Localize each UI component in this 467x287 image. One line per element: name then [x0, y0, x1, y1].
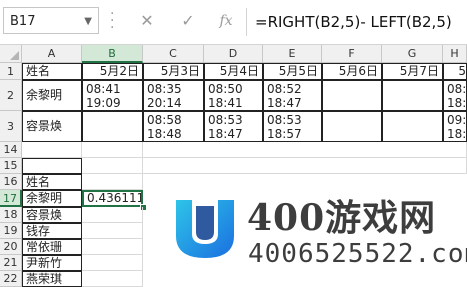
time-in: 08:50 — [208, 82, 243, 96]
row-header-1[interactable]: 1 — [0, 63, 22, 80]
time-out: 18:41 — [208, 96, 243, 110]
column-header-f[interactable]: F — [322, 45, 382, 63]
cell-b20[interactable] — [82, 239, 143, 255]
column-header-g[interactable]: G — [382, 45, 443, 63]
cell-b16[interactable] — [82, 174, 143, 190]
cell-b15[interactable] — [82, 158, 143, 174]
chevron-down-icon[interactable]: ▼ — [84, 8, 92, 35]
column-header-e[interactable]: E — [263, 45, 322, 63]
time-in: 08:5 — [447, 82, 467, 96]
column-header-d[interactable]: D — [204, 45, 263, 63]
time-out: 18:48 — [147, 127, 182, 141]
cell-a21[interactable]: 尹新竹 — [22, 255, 82, 271]
column-header-a[interactable]: A — [22, 45, 82, 63]
cell-c3[interactable]: 08:58 18:48 — [143, 111, 204, 142]
cell-a15[interactable] — [22, 158, 82, 174]
row-header-20[interactable]: 20 — [0, 239, 22, 255]
time-in: 08:52 — [267, 82, 302, 96]
row-header-16[interactable]: 16 — [0, 174, 22, 190]
cell-d2[interactable]: 08:50 18:41 — [204, 80, 263, 111]
row-header-17[interactable]: 17 — [0, 190, 22, 207]
cell-h1[interactable]: 5 — [443, 63, 467, 80]
site-logo-icon — [176, 200, 234, 258]
time-in: 08:53 — [267, 113, 302, 127]
watermark-title: 400游戏网 — [247, 197, 437, 239]
cell-b2[interactable]: 08:41 19:09 — [82, 80, 143, 111]
row-header-21[interactable]: 21 — [0, 255, 22, 271]
cell-a20[interactable]: 常依珊 — [22, 239, 82, 255]
row-header-3[interactable]: 3 — [0, 111, 22, 142]
watermark-url: 4006525522.com — [248, 239, 467, 269]
cell-d3[interactable]: 08:53 18:47 — [204, 111, 263, 142]
cell-h2[interactable]: 08:518:4 — [443, 80, 467, 111]
cell-a16[interactable]: 姓名 — [22, 174, 82, 190]
cell-b17[interactable]: 0.4361111 — [82, 190, 143, 207]
cell-f2[interactable] — [322, 80, 382, 111]
column-header-c[interactable]: C — [143, 45, 204, 63]
cell-b3[interactable] — [82, 111, 143, 142]
time-out: 18:47 — [208, 127, 243, 141]
cell-h3[interactable]: 09:018:4 — [443, 111, 467, 142]
cell-b18[interactable] — [82, 207, 143, 223]
cell-f3[interactable] — [322, 111, 382, 142]
cancel-icon[interactable]: ✕ — [137, 11, 157, 31]
cell-a17[interactable]: 余黎明 — [22, 190, 82, 207]
cell-a19[interactable]: 钱存 — [22, 223, 82, 239]
cell-a3[interactable]: 容景焕 — [22, 111, 82, 142]
row-header-15[interactable]: 15 — [0, 158, 22, 174]
row-header-18[interactable]: 18 — [0, 207, 22, 223]
time-out: 19:09 — [86, 96, 121, 110]
cell-b1[interactable]: 5月2日 — [82, 63, 143, 80]
row-header-14[interactable]: 14 — [0, 142, 22, 158]
name-box[interactable]: B17 ▼ — [3, 7, 99, 34]
cell-a14[interactable] — [22, 142, 82, 158]
time-out: 18:4 — [447, 127, 467, 141]
cell-a22[interactable]: 燕荣琪 — [22, 271, 82, 287]
row-header-2[interactable]: 2 — [0, 80, 22, 111]
cell-a1[interactable]: 姓名 — [22, 63, 82, 80]
formula-bar: B17 ▼ · · · ✕ ✓ fx =RIGHT(B2,5)- LEFT(B2,5… — [0, 0, 467, 45]
cell-g2[interactable] — [382, 80, 443, 111]
row-header-22[interactable]: 22 — [0, 271, 22, 287]
formula-input[interactable]: =RIGHT(B2,5)- LEFT(B2,5) — [255, 10, 452, 34]
cell-e2[interactable]: 08:52 18:47 — [263, 80, 322, 111]
cell-a2[interactable]: 余黎明 — [22, 80, 82, 111]
cell-b14[interactable] — [82, 142, 143, 158]
time-out: 18:47 — [267, 96, 302, 110]
row-14-empty[interactable] — [143, 142, 467, 158]
cell-c1[interactable]: 5月3日 — [143, 63, 204, 80]
cell-a18[interactable]: 容景焕 — [22, 207, 82, 223]
cell-d1[interactable]: 5月4日 — [204, 63, 263, 80]
row-header-19[interactable]: 19 — [0, 223, 22, 239]
cell-b19[interactable] — [82, 223, 143, 239]
cell-f1[interactable]: 5月6日 — [322, 63, 382, 80]
cell-g1[interactable]: 5月7日 — [382, 63, 443, 80]
select-all-button[interactable] — [0, 45, 22, 63]
row-15-empty[interactable] — [143, 158, 467, 174]
time-in: 08:35 — [147, 82, 182, 96]
enter-icon[interactable]: ✓ — [178, 11, 198, 31]
cell-b21[interactable] — [82, 255, 143, 271]
divider — [246, 8, 247, 36]
cell-c2[interactable]: 08:35 20:14 — [143, 80, 204, 111]
column-header-h[interactable]: H — [443, 45, 467, 63]
insert-function-button[interactable]: fx — [216, 11, 236, 31]
column-header-b[interactable]: B — [82, 45, 143, 63]
time-out: 18:57 — [267, 127, 302, 141]
time-out: 20:14 — [147, 96, 182, 110]
cell-g3[interactable] — [382, 111, 443, 142]
drag-handle-icon[interactable]: · · · — [110, 7, 116, 35]
cell-b22[interactable] — [82, 271, 143, 287]
time-out: 18:4 — [447, 96, 467, 110]
time-in: 08:58 — [147, 113, 182, 127]
watermark: 400游戏网 4006525522.com — [170, 196, 467, 275]
time-in: 09:0 — [447, 113, 467, 127]
time-in: 08:53 — [208, 113, 243, 127]
time-in: 08:41 — [86, 82, 121, 96]
name-box-value: B17 — [10, 14, 36, 29]
cell-e3[interactable]: 08:53 18:57 — [263, 111, 322, 142]
cell-e1[interactable]: 5月5日 — [263, 63, 322, 80]
